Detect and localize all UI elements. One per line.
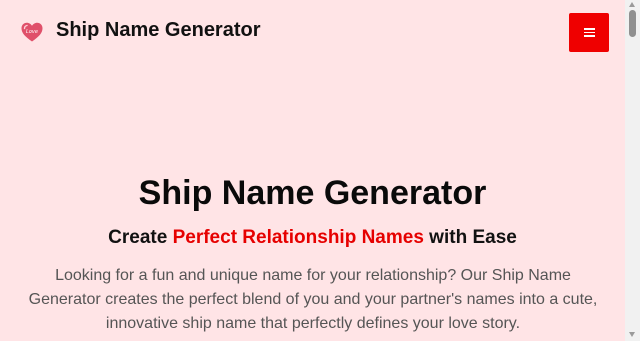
subtitle-prefix: Create: [108, 227, 173, 248]
hamburger-menu-icon: [583, 28, 595, 37]
subtitle-suffix: with Ease: [423, 227, 517, 248]
site-header: Love Ship Name Generator: [0, 0, 625, 64]
vertical-scrollbar[interactable]: [625, 0, 640, 341]
svg-text:Love: Love: [26, 29, 38, 35]
subtitle-highlight: Perfect Relationship Names: [172, 227, 424, 248]
page-subtitle: Create Perfect Relationship Names with E…: [0, 227, 625, 249]
page-title: Ship Name Generator: [138, 174, 487, 212]
heart-love-icon[interactable]: Love: [20, 21, 44, 43]
brand-title[interactable]: Ship Name Generator: [56, 19, 261, 42]
page: Love Ship Name Generator Ship Name Gener…: [0, 0, 625, 341]
hero-description: Looking for a fun and unique name for yo…: [28, 267, 598, 332]
scroll-up-arrow-icon[interactable]: [629, 2, 635, 7]
scrollbar-thumb[interactable]: [629, 10, 636, 37]
scroll-down-arrow-icon[interactable]: [629, 332, 635, 337]
menu-button[interactable]: [569, 13, 609, 52]
